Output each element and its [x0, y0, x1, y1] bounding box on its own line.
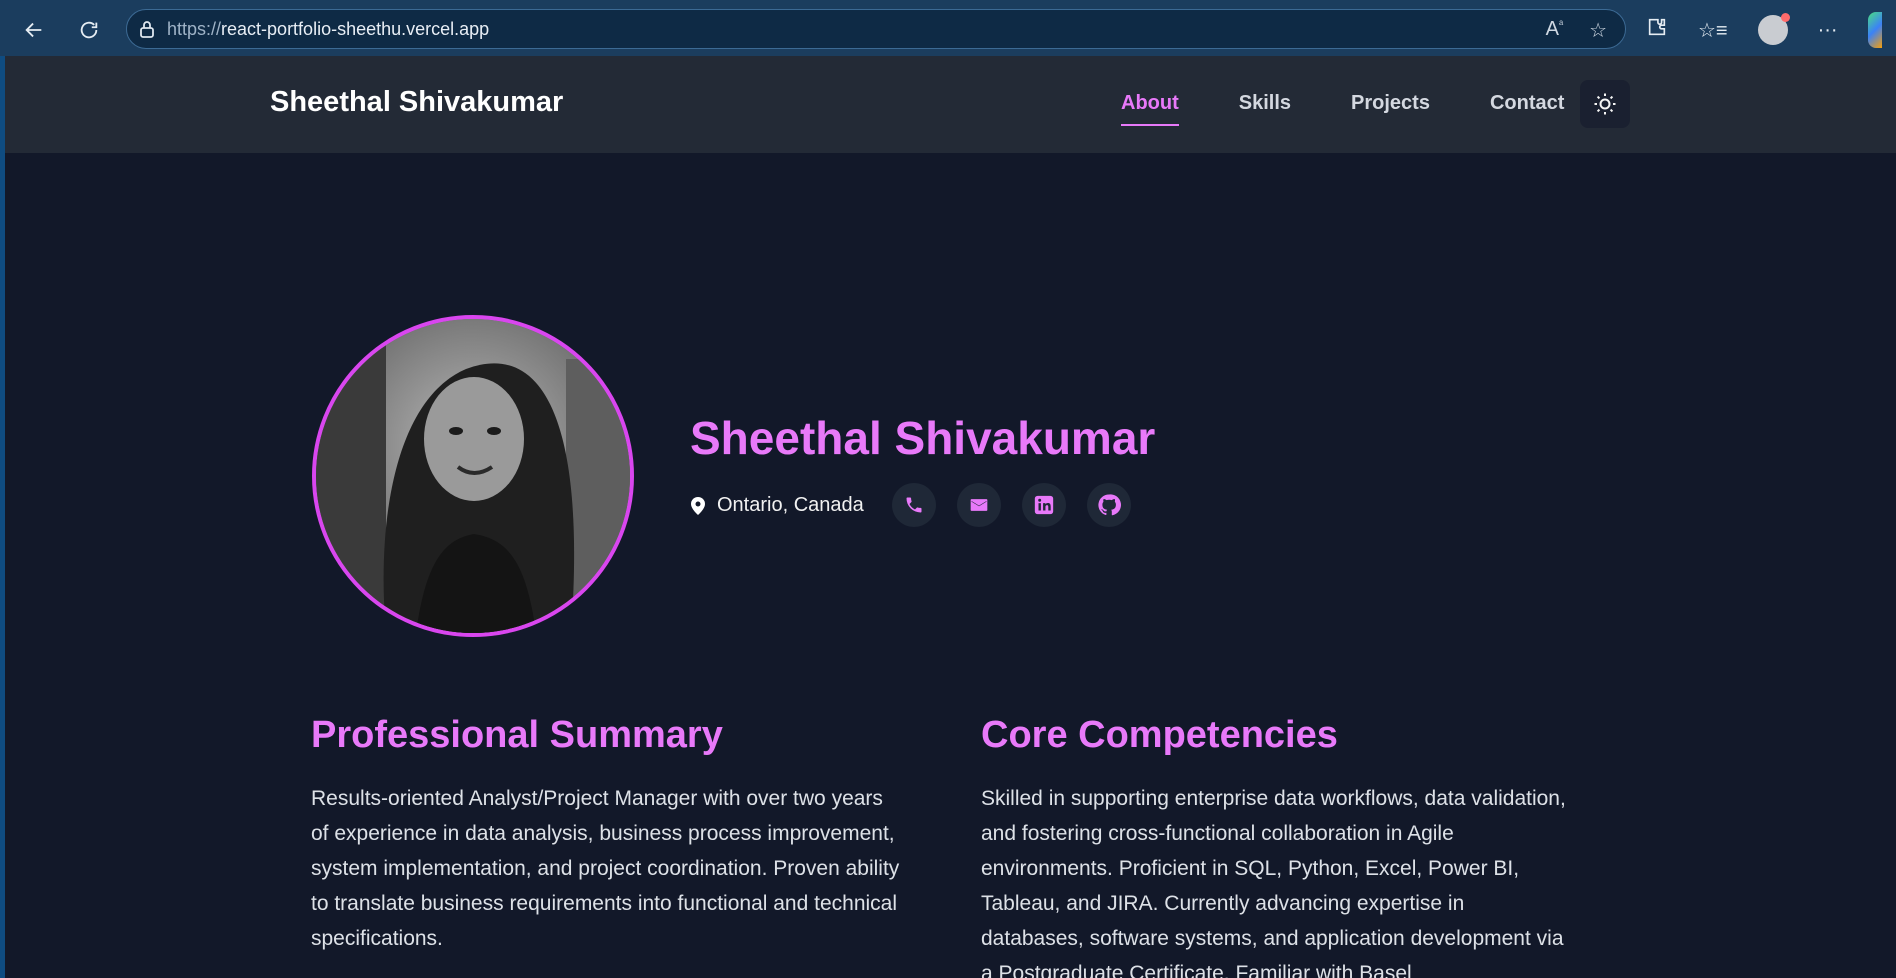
email-button[interactable] — [957, 483, 1001, 527]
github-icon — [1098, 494, 1121, 516]
linkedin-button[interactable] — [1022, 483, 1066, 527]
profile-icon[interactable] — [1757, 13, 1790, 45]
favorites-icon[interactable]: ☆≡ — [1698, 18, 1728, 43]
core-competencies-heading: Core Competencies — [981, 714, 1338, 756]
email-icon — [970, 499, 988, 511]
core-competencies-text: Skilled in supporting enterprise data wo… — [981, 787, 1566, 978]
favorite-star-icon[interactable]: ☆ — [1589, 18, 1607, 43]
nav-link-projects[interactable]: Projects — [1351, 92, 1430, 115]
map-pin-icon — [691, 496, 705, 515]
theme-toggle-button[interactable] — [1580, 80, 1630, 128]
brand-name[interactable]: Sheethal Shivakumar — [270, 86, 563, 119]
read-aloud-icon[interactable]: Aᵃ — [1546, 18, 1563, 43]
phone-icon — [906, 497, 922, 513]
hero-name: Sheethal Shivakumar — [690, 412, 1156, 464]
more-icon[interactable]: ··· — [1818, 19, 1838, 42]
browser-toolbar: https://react-portfolio-sheethu.vercel.a… — [0, 0, 1896, 56]
location-text: Ontario, Canada — [717, 494, 864, 516]
portfolio-page: Sheethal Shivakumar About Skills Project… — [5, 56, 1896, 978]
nav-link-contact[interactable]: Contact — [1490, 92, 1564, 115]
site-header: Sheethal Shivakumar About Skills Project… — [5, 56, 1896, 153]
lock-icon[interactable] — [127, 20, 167, 38]
back-icon[interactable] — [16, 12, 52, 48]
nav-link-skills[interactable]: Skills — [1239, 92, 1291, 115]
address-bar[interactable]: https://react-portfolio-sheethu.vercel.a… — [126, 9, 1626, 49]
profile-photo — [312, 315, 634, 637]
sun-icon — [1594, 93, 1616, 115]
nav-link-about[interactable]: About — [1121, 92, 1179, 126]
location: Ontario, Canada — [691, 494, 864, 517]
linkedin-icon — [1034, 495, 1054, 515]
copilot-icon[interactable] — [1867, 12, 1882, 48]
refresh-icon[interactable] — [71, 12, 107, 48]
phone-button[interactable] — [892, 483, 936, 527]
github-button[interactable] — [1087, 483, 1131, 527]
url-text: https://react-portfolio-sheethu.vercel.a… — [167, 18, 490, 39]
professional-summary-heading: Professional Summary — [311, 714, 723, 756]
extensions-icon[interactable] — [1646, 16, 1668, 44]
main-nav: About Skills Projects Contact — [1121, 92, 1564, 126]
social-links — [892, 483, 1131, 527]
professional-summary-text: Results-oriented Analyst/Project Manager… — [311, 787, 900, 950]
